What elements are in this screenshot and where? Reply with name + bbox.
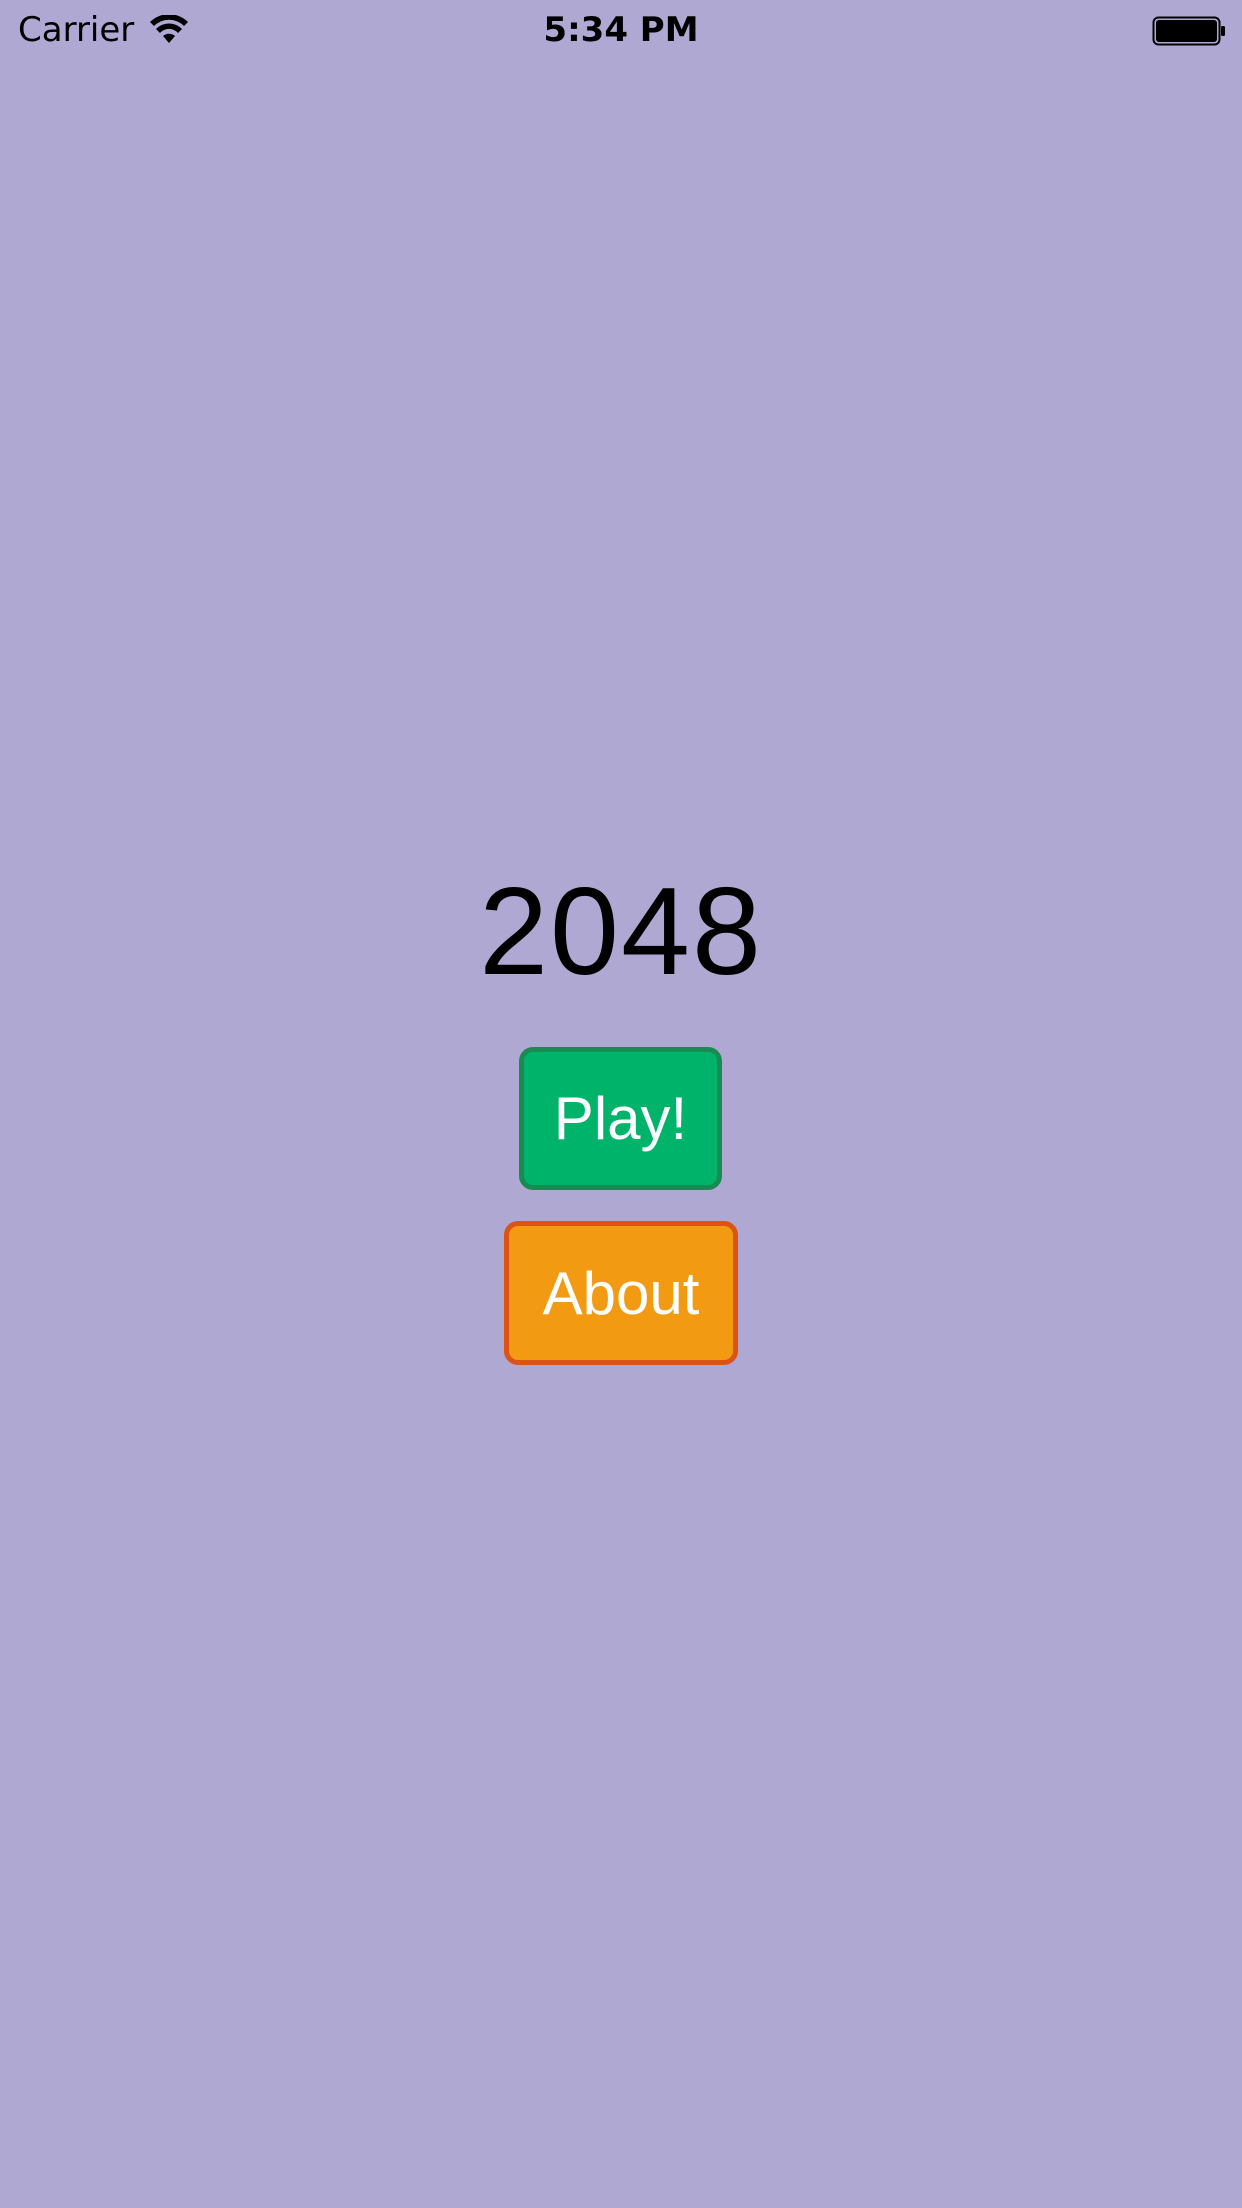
status-time: 5:34 PM xyxy=(543,10,699,50)
status-bar: Carrier 5:34 PM xyxy=(0,0,1242,60)
battery-full-icon xyxy=(1152,16,1225,46)
about-button[interactable]: About xyxy=(504,1221,738,1365)
play-button[interactable]: Play! xyxy=(519,1047,722,1190)
app-title: 2048 xyxy=(479,863,763,1001)
